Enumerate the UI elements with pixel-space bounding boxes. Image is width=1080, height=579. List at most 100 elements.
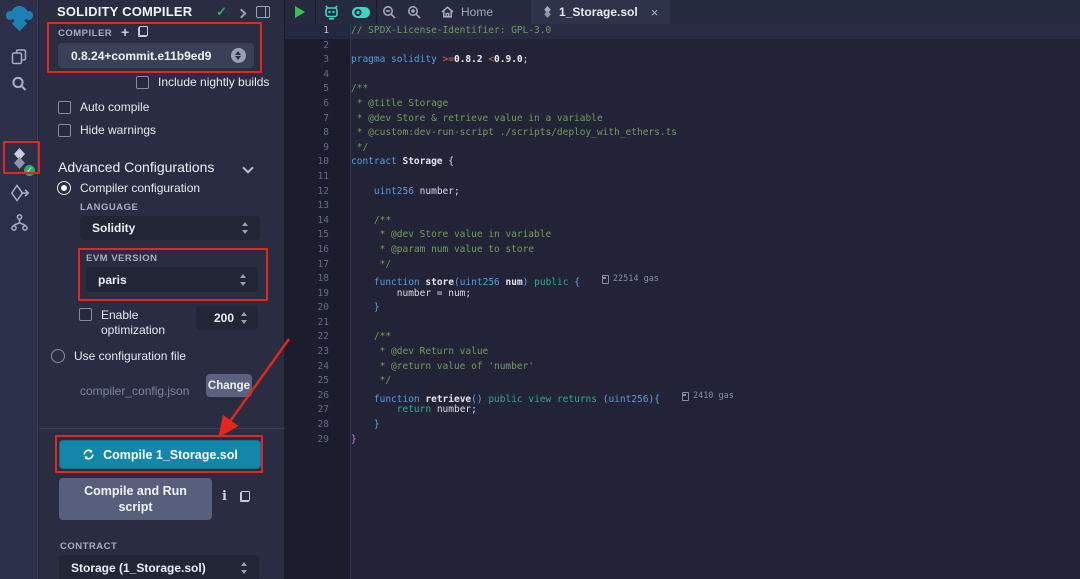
line-number[interactable]: 10 bbox=[285, 155, 350, 170]
search-icon[interactable] bbox=[0, 69, 38, 99]
line-number[interactable]: 9 bbox=[285, 141, 350, 156]
file-explorer-icon[interactable] bbox=[0, 42, 38, 72]
code-line[interactable]: * @return value of 'number' bbox=[351, 360, 1080, 375]
line-number[interactable]: 17 bbox=[285, 258, 350, 273]
code-line[interactable]: uint256 number; bbox=[351, 185, 1080, 200]
code-line[interactable]: function store(uint256 num) public {2251… bbox=[351, 272, 1080, 287]
code-lines: // SPDX-License-Identifier: GPL-3.0 pragm… bbox=[351, 24, 1080, 579]
code-line[interactable]: // SPDX-License-Identifier: GPL-3.0 bbox=[351, 24, 1080, 39]
line-number[interactable]: 13 bbox=[285, 199, 350, 214]
zoom-out-button[interactable] bbox=[377, 0, 402, 24]
compile-and-run-button[interactable]: Compile and Run script bbox=[59, 478, 212, 520]
code-line[interactable]: function retrieve() public view returns … bbox=[351, 389, 1080, 404]
code-line[interactable]: } bbox=[351, 433, 1080, 448]
code-line[interactable] bbox=[351, 68, 1080, 83]
code-line[interactable] bbox=[351, 199, 1080, 214]
code-line[interactable]: } bbox=[351, 418, 1080, 433]
code-line[interactable]: */ bbox=[351, 374, 1080, 389]
code-editor[interactable]: 1234567891011121314151617181920212223242… bbox=[285, 24, 1080, 579]
code-line[interactable]: /** bbox=[351, 330, 1080, 345]
run-script-button[interactable] bbox=[285, 0, 315, 24]
evm-version-select[interactable]: paris bbox=[86, 267, 258, 292]
optimization-runs-value: 200 bbox=[208, 311, 240, 325]
ai-toggle-button[interactable] bbox=[346, 0, 376, 24]
copy-script-icon[interactable] bbox=[240, 491, 250, 502]
nightly-builds-checkbox[interactable] bbox=[136, 76, 149, 89]
line-number[interactable]: 15 bbox=[285, 228, 350, 243]
code-line[interactable]: /** bbox=[351, 214, 1080, 229]
enable-optimization-label: Enable optimization bbox=[101, 308, 185, 338]
language-select[interactable]: Solidity bbox=[80, 216, 260, 240]
compiler-version-select[interactable]: 0.8.24+commit.e11b9ed9 bbox=[58, 43, 254, 68]
line-number[interactable]: 21 bbox=[285, 316, 350, 331]
chevron-down-icon[interactable] bbox=[242, 162, 253, 173]
code-line[interactable]: */ bbox=[351, 141, 1080, 156]
hide-warnings-checkbox[interactable] bbox=[58, 124, 71, 137]
code-line[interactable]: number = num; bbox=[351, 287, 1080, 302]
line-number[interactable]: 20 bbox=[285, 301, 350, 316]
line-number[interactable]: 1 bbox=[285, 24, 350, 39]
code-line[interactable]: * @title Storage bbox=[351, 97, 1080, 112]
line-number[interactable]: 18 bbox=[285, 272, 350, 287]
tab-home[interactable]: Home bbox=[427, 0, 507, 24]
line-number[interactable]: 28 bbox=[285, 418, 350, 433]
line-number[interactable]: 12 bbox=[285, 185, 350, 200]
use-configuration-file-radio[interactable] bbox=[51, 349, 65, 363]
ai-assistant-button[interactable] bbox=[316, 0, 346, 24]
advanced-configurations-header[interactable]: Advanced Configurations bbox=[58, 159, 214, 175]
tab-1-storage-sol[interactable]: 1_Storage.sol × bbox=[531, 0, 670, 24]
line-number[interactable]: 6 bbox=[285, 97, 350, 112]
line-number[interactable]: 22 bbox=[285, 330, 350, 345]
line-number[interactable]: 23 bbox=[285, 345, 350, 360]
auto-compile-checkbox[interactable] bbox=[58, 101, 71, 114]
line-number[interactable]: 27 bbox=[285, 403, 350, 418]
code-line[interactable]: * @dev Return value bbox=[351, 345, 1080, 360]
line-number[interactable]: 7 bbox=[285, 112, 350, 127]
add-compiler-icon[interactable]: + bbox=[121, 24, 129, 40]
code-line[interactable] bbox=[351, 316, 1080, 331]
line-number[interactable]: 2 bbox=[285, 39, 350, 54]
solidity-compiler-icon[interactable]: ✓ bbox=[0, 143, 38, 173]
line-number[interactable]: 8 bbox=[285, 126, 350, 141]
code-line[interactable]: return number; bbox=[351, 403, 1080, 418]
pin-panel-icon[interactable] bbox=[256, 6, 270, 18]
info-icon[interactable]: i bbox=[222, 489, 227, 504]
line-number[interactable]: 11 bbox=[285, 170, 350, 185]
code-line[interactable]: pragma solidity >=0.8.2 <0.9.0; bbox=[351, 53, 1080, 68]
code-line[interactable]: } bbox=[351, 301, 1080, 316]
line-number[interactable]: 29 bbox=[285, 433, 350, 448]
compiler-configuration-radio[interactable] bbox=[57, 181, 71, 195]
compiler-label: COMPILER bbox=[58, 28, 112, 39]
contract-select[interactable]: Storage (1_Storage.sol) bbox=[59, 555, 259, 579]
copy-compiler-icon[interactable] bbox=[138, 26, 148, 37]
deploy-run-icon[interactable] bbox=[0, 178, 38, 208]
code-line[interactable]: /** bbox=[351, 82, 1080, 97]
code-line[interactable] bbox=[351, 170, 1080, 185]
code-line[interactable]: * @param num value to store bbox=[351, 243, 1080, 258]
line-number[interactable]: 4 bbox=[285, 68, 350, 83]
close-tab-icon[interactable]: × bbox=[651, 5, 659, 20]
code-line[interactable]: */ bbox=[351, 258, 1080, 273]
code-line[interactable]: * @dev Store & retrieve value in a varia… bbox=[351, 112, 1080, 127]
version-stepper-icon[interactable] bbox=[231, 48, 246, 63]
chevron-right-icon[interactable] bbox=[237, 8, 247, 18]
code-line[interactable]: * @dev Store value in variable bbox=[351, 228, 1080, 243]
line-number[interactable]: 16 bbox=[285, 243, 350, 258]
line-number[interactable]: 25 bbox=[285, 374, 350, 389]
code-line[interactable]: * @custom:dev-run-script ./scripts/deplo… bbox=[351, 126, 1080, 141]
code-line[interactable] bbox=[351, 39, 1080, 54]
code-line[interactable]: contract Storage { bbox=[351, 155, 1080, 170]
line-number[interactable]: 5 bbox=[285, 82, 350, 97]
remix-logo-icon[interactable] bbox=[0, 4, 38, 32]
git-plugin-icon[interactable] bbox=[0, 207, 38, 237]
line-number[interactable]: 19 bbox=[285, 287, 350, 302]
line-number[interactable]: 24 bbox=[285, 360, 350, 375]
line-number[interactable]: 3 bbox=[285, 53, 350, 68]
line-number[interactable]: 14 bbox=[285, 214, 350, 229]
enable-optimization-checkbox[interactable] bbox=[79, 308, 92, 321]
change-config-button[interactable]: Change bbox=[206, 374, 252, 397]
line-number[interactable]: 26 bbox=[285, 389, 350, 404]
zoom-in-button[interactable] bbox=[402, 0, 427, 24]
optimization-runs-input[interactable]: 200 bbox=[196, 306, 258, 330]
compile-button[interactable]: Compile 1_Storage.sol bbox=[59, 440, 261, 469]
